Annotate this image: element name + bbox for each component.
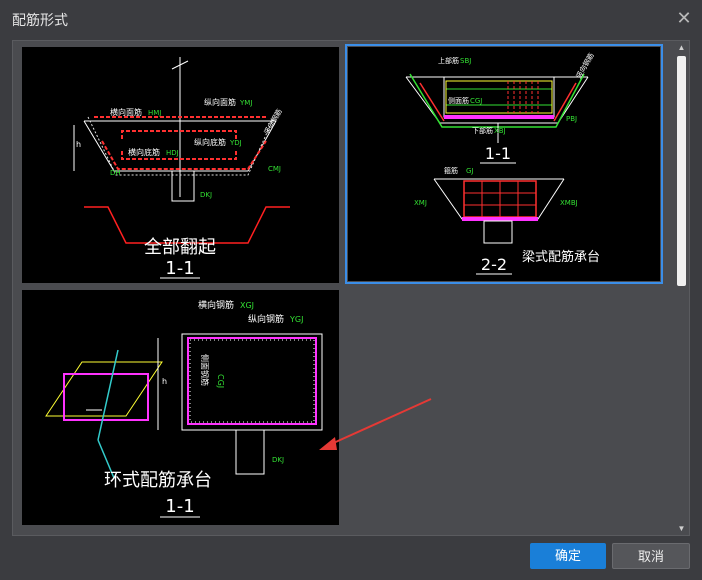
label-top-trans: 横向面筋 [110,107,142,117]
label-bottom-trans: 横向底筋 [128,147,160,157]
code-top-bar: SBJ [460,57,471,65]
label-side: 侧面钢筋 [200,354,210,386]
ring-cap-drawing: h 横向钢筋 XGJ 纵向钢筋 YGJ 侧面钢筋 CGJ DKJ 环式配筋承台 … [45,299,323,518]
scroll-down-icon[interactable]: ▼ [675,522,688,535]
section-all-flip: 1-1 [165,258,194,279]
code-side-bar: CGJ [470,97,482,105]
scroll-thumb[interactable] [677,56,686,286]
code-bottom: DKJ [200,191,212,199]
height-label-h: h [76,140,81,149]
code-xmj: XMJ [414,199,427,207]
label-stirrup: 箍筋 [444,166,458,175]
all-flip-drawing: h 横向面筋 HMJ 纵向面筋 YMJ 横向底筋 HDJ 纵向底筋 YDJ 竖向… [73,57,290,279]
section-bottom: 2-2 [481,255,507,274]
option-beam-cap[interactable]: 上部筋 SBJ 侧面筋 CGJ 下部筋 XBJ 竖向钢筋 PBJ 1-1 箍筋 … [345,44,663,284]
code-top-long: YMJ [239,99,252,107]
option-panel: h 横向面筋 HMJ 纵向面筋 YMJ 横向底筋 HDJ 纵向底筋 YDJ 竖向… [12,40,690,536]
scroll-track[interactable] [677,56,686,520]
code-pbj: PBJ [566,115,577,123]
scroll-up-icon[interactable]: ▲ [675,41,688,54]
caption-all-flip: 全部翻起 [144,237,216,258]
code-xmbj: XMBJ [560,199,578,207]
code-side: CGJ [216,374,225,388]
code-long: YGJ [289,315,303,324]
code-trans: XGJ [240,301,254,310]
label-long: 纵向钢筋 [248,313,284,325]
code-bottom-long: YDJ [229,139,242,147]
label-trans: 横向钢筋 [198,299,234,311]
window-title: 配筋形式 [12,12,68,28]
option-all-flip[interactable]: h 横向面筋 HMJ 纵向面筋 YMJ 横向底筋 HDJ 纵向底筋 YDJ 竖向… [22,47,339,283]
ring-height-label: h [162,377,167,386]
label-side-bar: 侧面筋 [448,96,469,105]
cancel-button[interactable]: 取消 [612,543,690,569]
label-top-bar: 上部筋 [438,56,459,65]
beam-cap-drawing: 上部筋 SBJ 侧面筋 CGJ 下部筋 XBJ 竖向钢筋 PBJ 1-1 箍筋 … [405,51,600,275]
code-top-trans: HMJ [148,109,161,117]
ok-button[interactable]: 确定 [530,543,606,569]
label-bottom-bar: 下部筋 [472,126,493,135]
code-stirrup: GJ [466,167,474,175]
label-top-long: 纵向面筋 [204,97,236,107]
caption-beam-cap: 梁式配筋承台 [522,249,600,265]
section-ring-cap: 1-1 [165,496,194,517]
close-icon[interactable]: ✕ [674,8,694,28]
label-bottom-long: 纵向底筋 [194,137,226,147]
code-cmj: CMJ [268,165,281,173]
code-bottom-trans: HDJ [166,149,179,157]
code-bottom-bar: XBJ [494,127,506,135]
option-ring-cap[interactable]: h 横向钢筋 XGJ 纵向钢筋 YGJ 侧面钢筋 CGJ DKJ 环式配筋承台 … [22,290,339,525]
section-top: 1-1 [485,144,511,163]
code-base: DKJ [272,456,284,464]
label-slope-bar: 竖向钢筋 [574,51,596,80]
code-dh: DH [110,169,121,177]
vertical-scrollbar[interactable]: ▲ ▼ [675,41,688,535]
caption-ring-cap: 环式配筋承台 [104,470,212,491]
label-side-up: 竖向钢筋 [262,107,284,136]
title-bar: 配筋形式 ✕ [0,0,702,38]
